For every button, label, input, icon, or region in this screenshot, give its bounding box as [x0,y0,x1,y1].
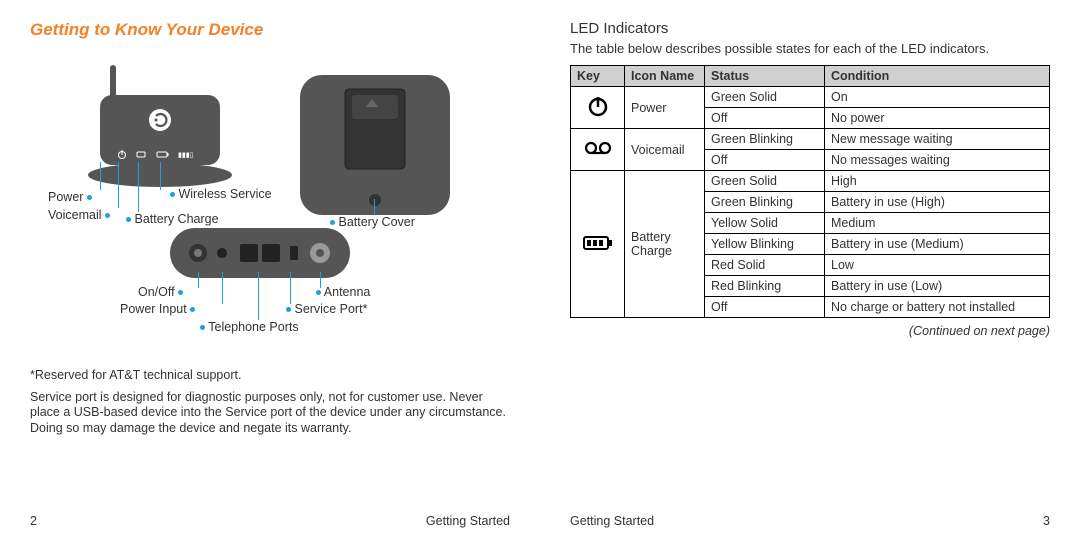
power-icon [571,87,625,129]
th-status: Status [705,66,825,87]
device-back-illustration [290,65,460,225]
footnote-warning: Service port is designed for diagnostic … [30,390,510,437]
device-rear-panel-illustration [170,228,350,278]
page-footer-left: 2 Getting Started [30,514,510,528]
table-row: Voicemail Green Blinking New message wai… [571,129,1050,150]
device-diagram: ▮▮▮▯ Power Voicemail Wireless Serv [30,50,510,310]
footnote-reserved: *Reserved for AT&T technical support. [30,368,510,384]
page-number: 3 [1043,514,1050,528]
battery-icon [571,171,625,318]
label-power-input: Power Input [120,302,195,316]
label-antenna: Antenna [316,285,370,299]
th-condition: Condition [825,66,1050,87]
svg-text:▮▮▮▯: ▮▮▮▯ [178,152,194,159]
footer-section: Getting Started [426,514,510,528]
label-telephone-ports: Telephone Ports [200,320,299,334]
power-name: Power [625,87,705,129]
section-title: LED Indicators [570,20,1050,37]
label-power: Power [48,190,92,204]
page-number: 2 [30,514,37,528]
voicemail-icon [571,129,625,171]
page-left: Getting to Know Your Device ▮▮▮▯ [0,0,540,540]
th-key: Key [571,66,625,87]
th-icon-name: Icon Name [625,66,705,87]
label-service-port: Service Port* [286,302,367,316]
voicemail-name: Voicemail [625,129,705,171]
page-right: LED Indicators The table below describes… [540,0,1080,540]
table-row: Power Green Solid On [571,87,1050,108]
label-voicemail: Voicemail [48,208,110,222]
page-title: Getting to Know Your Device [30,20,510,40]
footer-section: Getting Started [570,514,654,528]
table-header-row: Key Icon Name Status Condition [571,66,1050,87]
label-battery-charge: Battery Charge [126,212,219,226]
label-on-off: On/Off [138,285,183,299]
battery-name: Battery Charge [625,171,705,318]
page-footer-right: Getting Started 3 [570,514,1050,528]
label-wireless-service: Wireless Service [170,187,272,201]
section-intro: The table below describes possible state… [570,41,1050,57]
table-row: Battery Charge Green Solid High [571,171,1050,192]
led-indicator-table: Key Icon Name Status Condition Power Gre… [570,65,1050,318]
label-battery-cover: Battery Cover [330,215,415,229]
continued-note: (Continued on next page) [570,324,1050,338]
